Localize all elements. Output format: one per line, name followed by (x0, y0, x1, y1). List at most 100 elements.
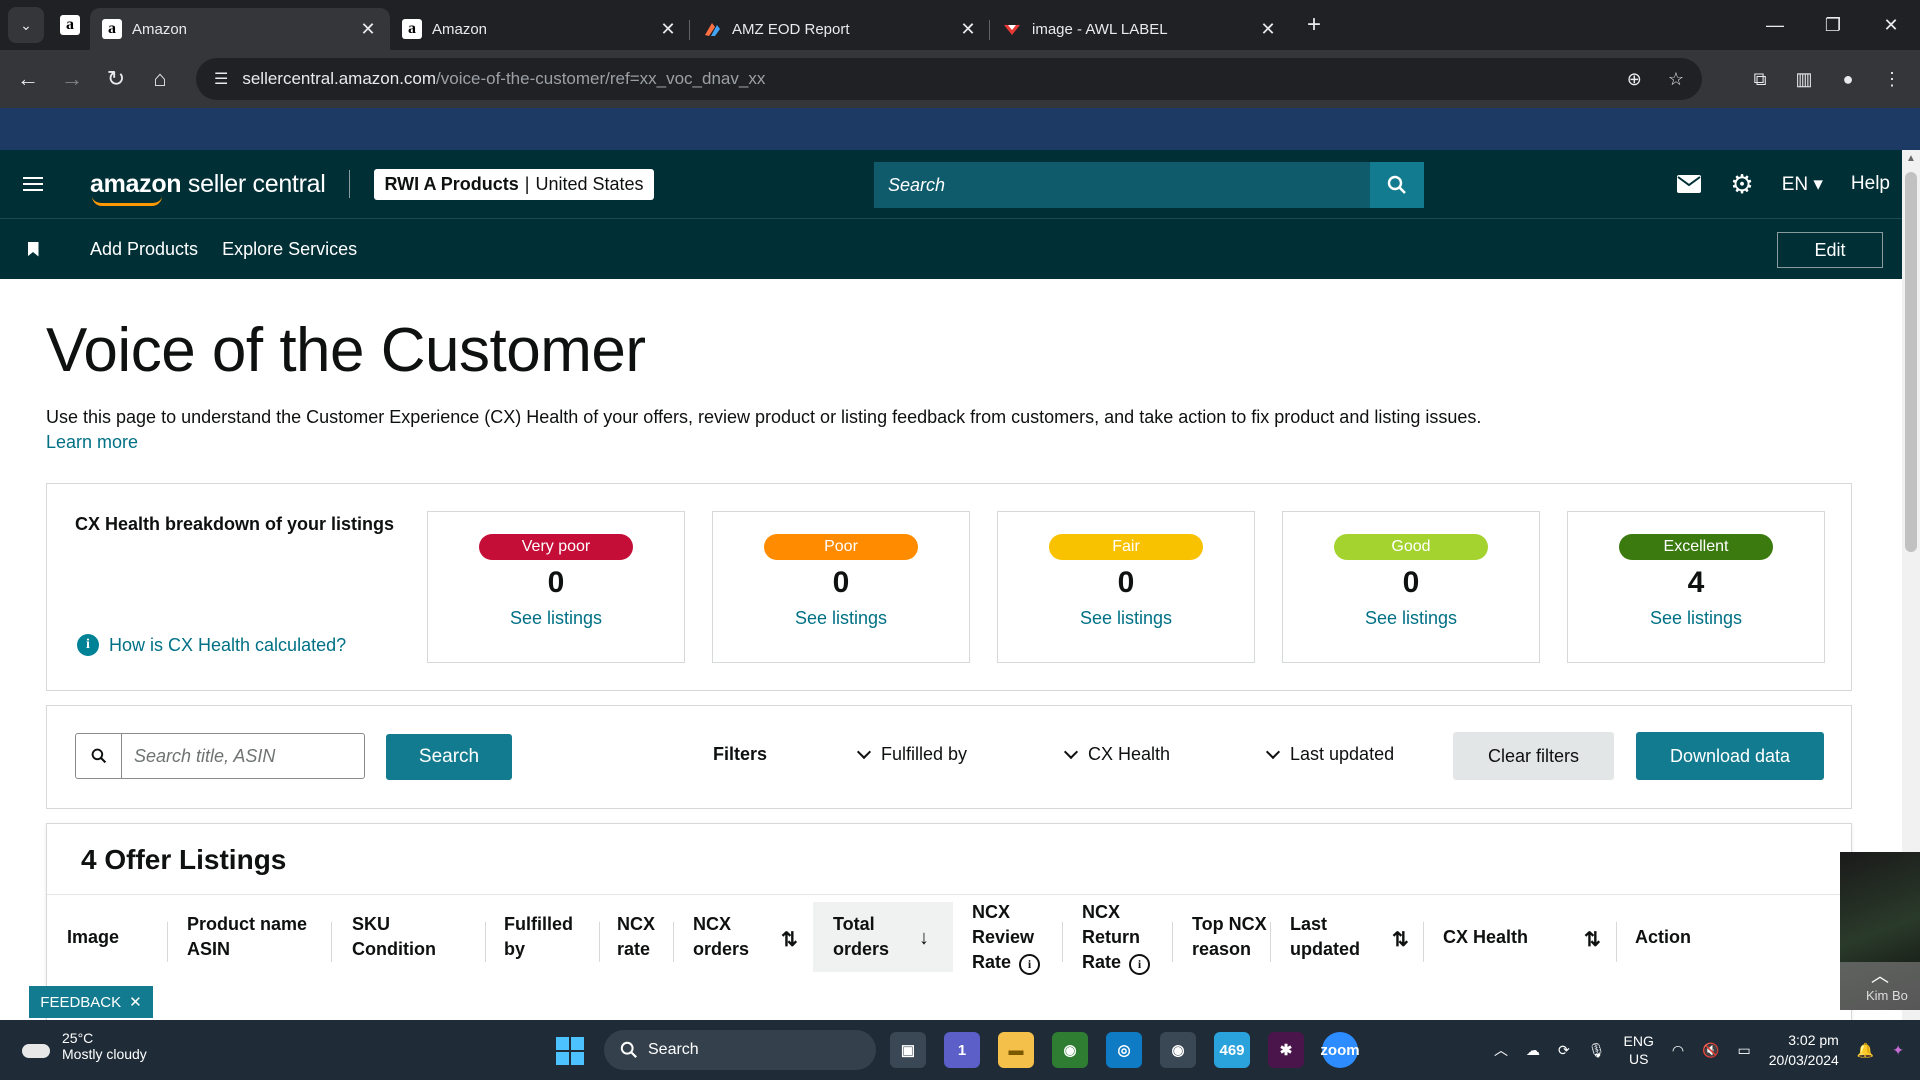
tab-amazon[interactable]: a Amazon ✕ (390, 8, 690, 50)
settings-gear-icon[interactable]: ⚙ (1730, 169, 1753, 200)
tab-close-icon[interactable]: ✕ (658, 19, 678, 40)
profile-icon[interactable]: ● (1826, 58, 1870, 100)
col-last-updated[interactable]: Last updated (1290, 902, 1360, 972)
col-total-orders[interactable]: Total orders (813, 902, 953, 972)
cx-health-how-link[interactable]: i How is CX Health calculated? (77, 634, 346, 656)
notification-bell-icon[interactable]: 🔔 (1857, 1042, 1874, 1059)
edge-icon[interactable]: ◎ (1106, 1032, 1142, 1068)
tab-awl-label[interactable]: image - AWL LABEL ✕ (990, 8, 1290, 50)
system-clock[interactable]: 3:02 pm 20/03/2024 (1769, 1030, 1839, 1070)
see-listings-good[interactable]: See listings (1283, 608, 1539, 629)
col-label: Fulfilled (504, 914, 573, 934)
zoom-icon[interactable]: zoom (1320, 1032, 1360, 1068)
bookmark-star-icon[interactable]: ☆ (1668, 69, 1684, 90)
tab-close-icon[interactable]: ✕ (358, 19, 378, 40)
listing-search-button[interactable]: Search (386, 734, 512, 780)
header-search-input[interactable]: Search (874, 162, 1370, 208)
col-cx-health[interactable]: CX Health (1443, 902, 1528, 972)
learn-more-link[interactable]: Learn more (46, 432, 138, 453)
browser-menu-icon[interactable]: ⋮ (1870, 58, 1914, 100)
battery-icon[interactable]: ▭ (1738, 1042, 1751, 1059)
back-icon[interactable]: ← (6, 57, 50, 101)
new-tab-button[interactable]: + (1296, 7, 1332, 43)
tab-amazon-active[interactable]: a Amazon ✕ (90, 8, 390, 50)
col-separator (1423, 922, 1424, 962)
tab-eod-report[interactable]: AMZ EOD Report ✕ (690, 8, 990, 50)
forward-icon[interactable]: → (50, 57, 94, 101)
teams-icon[interactable]: 1 (944, 1032, 980, 1068)
info-icon: i (77, 634, 99, 656)
clear-filters-button[interactable]: Clear filters (1453, 732, 1614, 780)
file-explorer-icon[interactable]: ▬ (998, 1032, 1034, 1068)
tab-close-icon[interactable]: ✕ (1258, 19, 1278, 40)
task-view-icon[interactable]: ▣ (890, 1032, 926, 1068)
account-switcher[interactable]: RWI A Products | United States (374, 168, 654, 200)
hamburger-menu-icon[interactable] (0, 150, 66, 218)
see-listings-very-poor[interactable]: See listings (428, 608, 684, 629)
listing-search-field[interactable]: Search title, ASIN (75, 733, 365, 779)
slack-icon[interactable]: ✱ (1268, 1032, 1304, 1068)
copilot-icon[interactable]: ✦ (1892, 1042, 1904, 1059)
scroll-up-icon[interactable]: ▲ (1902, 150, 1920, 168)
sidepanel-icon[interactable]: ▥ (1782, 58, 1826, 100)
header-search-button[interactable] (1370, 162, 1424, 208)
reload-icon[interactable]: ↻ (94, 57, 138, 101)
mail-icon[interactable] (1676, 174, 1702, 194)
help-link[interactable]: Help (1851, 173, 1890, 195)
scrollbar-thumb[interactable] (1905, 172, 1917, 552)
nav-explore-services[interactable]: Explore Services (222, 239, 357, 260)
sort-toggle-icon[interactable]: ⇅ (781, 927, 798, 952)
minimize-icon[interactable]: — (1746, 0, 1804, 50)
extensions-icon[interactable]: ⧉ (1738, 58, 1782, 100)
onedrive-icon[interactable]: ☁ (1526, 1042, 1540, 1059)
address-bar[interactable]: ☰ sellercentral.amazon.com/voice-of-the-… (196, 58, 1702, 100)
close-window-icon[interactable]: ✕ (1862, 0, 1920, 50)
seller-central-logo[interactable]: amazon seller central (90, 170, 326, 206)
chevron-up-icon[interactable]: ︿ (1840, 962, 1920, 988)
restore-icon[interactable]: ❐ (1804, 0, 1862, 50)
windows-start-icon[interactable] (556, 1037, 584, 1065)
see-listings-fair[interactable]: See listings (998, 608, 1254, 629)
sort-descending-icon[interactable]: ↓ (919, 927, 929, 950)
info-icon[interactable]: i (1129, 953, 1151, 975)
telegram-icon[interactable]: 469 (1214, 1032, 1250, 1068)
tray-overflow-icon[interactable]: ︿ (1494, 1040, 1508, 1060)
microphone-icon[interactable]: 🎙 (1588, 1042, 1606, 1059)
language-selector[interactable]: EN ▾ (1782, 173, 1823, 196)
filter-cx-health[interactable]: CX Health (1063, 744, 1170, 765)
see-listings-poor[interactable]: See listings (713, 608, 969, 629)
col-ncx-orders[interactable]: NCX orders (693, 902, 749, 972)
nav-add-products[interactable]: Add Products (90, 239, 198, 260)
sort-toggle-icon[interactable]: ⇅ (1392, 927, 1409, 952)
bookmark-icon[interactable] (0, 241, 66, 257)
download-data-button[interactable]: Download data (1636, 732, 1824, 780)
pinned-tab[interactable]: a (50, 7, 90, 43)
cx-card-poor: Poor 0 See listings (712, 511, 970, 663)
sync-icon[interactable]: ⟳ (1558, 1042, 1570, 1059)
wifi-icon[interactable]: ◠ (1672, 1042, 1684, 1059)
filter-last-updated[interactable]: Last updated (1265, 744, 1394, 765)
chrome-icon[interactable]: ◉ (1052, 1032, 1088, 1068)
filter-fulfilled-by[interactable]: Fulfilled by (856, 744, 967, 765)
sort-toggle-icon[interactable]: ⇅ (1584, 927, 1601, 952)
home-icon[interactable]: ⌂ (138, 57, 182, 101)
listings-table-panel: 4 Offer Listings Image Product name ASIN … (46, 823, 1852, 1020)
listing-search-input[interactable]: Search title, ASIN (122, 734, 364, 778)
close-icon[interactable]: ✕ (129, 993, 142, 1011)
taskbar-search[interactable]: Search (604, 1030, 876, 1070)
search-icon (620, 1041, 637, 1058)
info-icon[interactable]: i (1019, 953, 1041, 975)
weather-widget[interactable]: 25°C Mostly cloudy (20, 1030, 147, 1062)
see-listings-excellent[interactable]: See listings (1568, 608, 1824, 629)
edit-nav-button[interactable]: Edit (1777, 232, 1883, 268)
video-call-thumbnail[interactable]: ︿ Kim Bo (1840, 852, 1920, 1010)
volume-icon[interactable]: 🔇 (1702, 1042, 1719, 1059)
chrome-active-icon[interactable]: ◉ (1160, 1032, 1196, 1068)
site-info-icon[interactable]: ☰ (214, 69, 228, 89)
zoom-icon[interactable]: ⊕ (1627, 69, 1642, 90)
input-language[interactable]: ENG US (1624, 1032, 1654, 1068)
tab-close-icon[interactable]: ✕ (958, 19, 978, 40)
tab-search-button[interactable]: ⌄ (8, 7, 44, 43)
feedback-button[interactable]: FEEDBACK ✕ (29, 986, 153, 1018)
col-separator (331, 922, 332, 962)
